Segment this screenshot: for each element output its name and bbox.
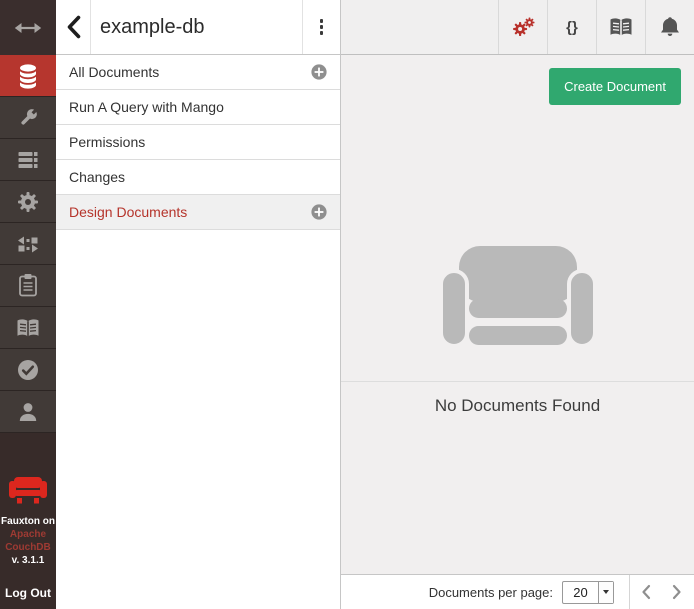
brand-version: v. 3.1.1	[1, 554, 55, 567]
per-page-select[interactable]: 20	[562, 581, 614, 604]
json-button[interactable]: {}	[547, 0, 596, 54]
nav-item-config[interactable]	[0, 181, 56, 223]
database-menu: All Documents Run A Query with Mango Per…	[56, 55, 340, 230]
select-caret[interactable]	[598, 582, 613, 603]
check-circle-icon	[16, 358, 40, 382]
menu-item-label: Permissions	[69, 134, 145, 150]
bell-icon	[658, 15, 682, 39]
add-design-doc-button[interactable]	[311, 204, 327, 220]
previous-page-button[interactable]	[630, 575, 661, 609]
menu-item-label: Changes	[69, 169, 125, 185]
menu-item-all-documents[interactable]: All Documents	[56, 55, 340, 90]
caret-down-icon	[603, 590, 609, 594]
menu-item-changes[interactable]: Changes	[56, 160, 340, 195]
person-icon	[16, 400, 40, 423]
database-options-button[interactable]	[302, 0, 340, 54]
gears-icon	[510, 15, 537, 39]
plus-circle-icon	[311, 204, 327, 220]
main-panel: {} Create Document	[341, 0, 694, 609]
clipboard-icon	[17, 273, 39, 298]
menu-item-design-documents[interactable]: Design Documents	[56, 195, 340, 230]
back-button[interactable]	[56, 0, 91, 54]
per-page-value: 20	[563, 582, 598, 603]
notifications-button[interactable]	[645, 0, 694, 54]
menu-item-label: All Documents	[69, 64, 159, 80]
brand-text: Fauxton on Apache CouchDB v. 3.1.1	[1, 515, 55, 567]
api-gears-button[interactable]	[498, 0, 547, 54]
brand-line-2: Apache	[1, 528, 55, 541]
add-document-button[interactable]	[311, 64, 327, 80]
nav-item-replication[interactable]	[0, 223, 56, 265]
documentation-button[interactable]	[596, 0, 645, 54]
plus-circle-icon	[311, 64, 327, 80]
kebab-menu-icon	[320, 19, 324, 35]
menu-item-label: Design Documents	[69, 204, 187, 220]
next-page-button[interactable]	[661, 575, 692, 609]
resize-icon	[14, 20, 42, 36]
nav-footer: Fauxton on Apache CouchDB v. 3.1.1 Log O…	[0, 433, 56, 609]
book-icon	[608, 16, 634, 38]
logout-button[interactable]: Log Out	[5, 586, 51, 600]
nav-item-databases[interactable]	[0, 55, 56, 97]
primary-nav: Fauxton on Apache CouchDB v. 3.1.1 Log O…	[0, 0, 56, 609]
active-tasks-icon	[16, 149, 40, 171]
create-document-button[interactable]: Create Document	[549, 68, 681, 105]
chevron-left-icon	[66, 15, 81, 39]
main-header: {}	[341, 0, 694, 55]
sidebar-header: example-db	[56, 0, 340, 55]
brand-line-1: Fauxton on	[1, 515, 55, 528]
menu-item-mango-query[interactable]: Run A Query with Mango	[56, 90, 340, 125]
pagination-footer: Documents per page: 20	[341, 574, 694, 609]
database-sidebar: example-db All Documents Run A Query wit…	[56, 0, 341, 609]
menu-item-label: Run A Query with Mango	[69, 99, 224, 115]
replication-icon	[16, 233, 40, 255]
nav-item-active-tasks[interactable]	[0, 139, 56, 181]
nav-item-verify[interactable]	[0, 265, 56, 307]
couch-illustration	[441, 246, 595, 346]
book-icon	[15, 317, 41, 339]
brand-line-3: CouchDB	[1, 541, 55, 554]
nav-item-setup[interactable]	[0, 97, 56, 139]
braces-icon: {}	[566, 19, 578, 36]
gear-icon	[16, 190, 40, 214]
nav-item-verify-install[interactable]	[0, 349, 56, 391]
couchdb-logo[interactable]	[9, 477, 47, 504]
chevron-right-icon	[672, 584, 682, 600]
database-title: example-db	[91, 0, 302, 54]
nav-item-documentation[interactable]	[0, 307, 56, 349]
wrench-icon	[16, 106, 40, 130]
chevron-left-icon	[641, 584, 651, 600]
nav-item-collapse[interactable]	[0, 0, 56, 55]
fauxton-app: Fauxton on Apache CouchDB v. 3.1.1 Log O…	[0, 0, 694, 609]
menu-item-permissions[interactable]: Permissions	[56, 125, 340, 160]
per-page-label: Documents per page:	[429, 585, 553, 600]
documents-content: Create Document No Documents Found	[341, 55, 694, 574]
database-icon	[16, 63, 40, 89]
empty-state-message: No Documents Found	[341, 382, 694, 416]
nav-item-account[interactable]	[0, 391, 56, 433]
couch-logo-icon	[9, 477, 47, 504]
